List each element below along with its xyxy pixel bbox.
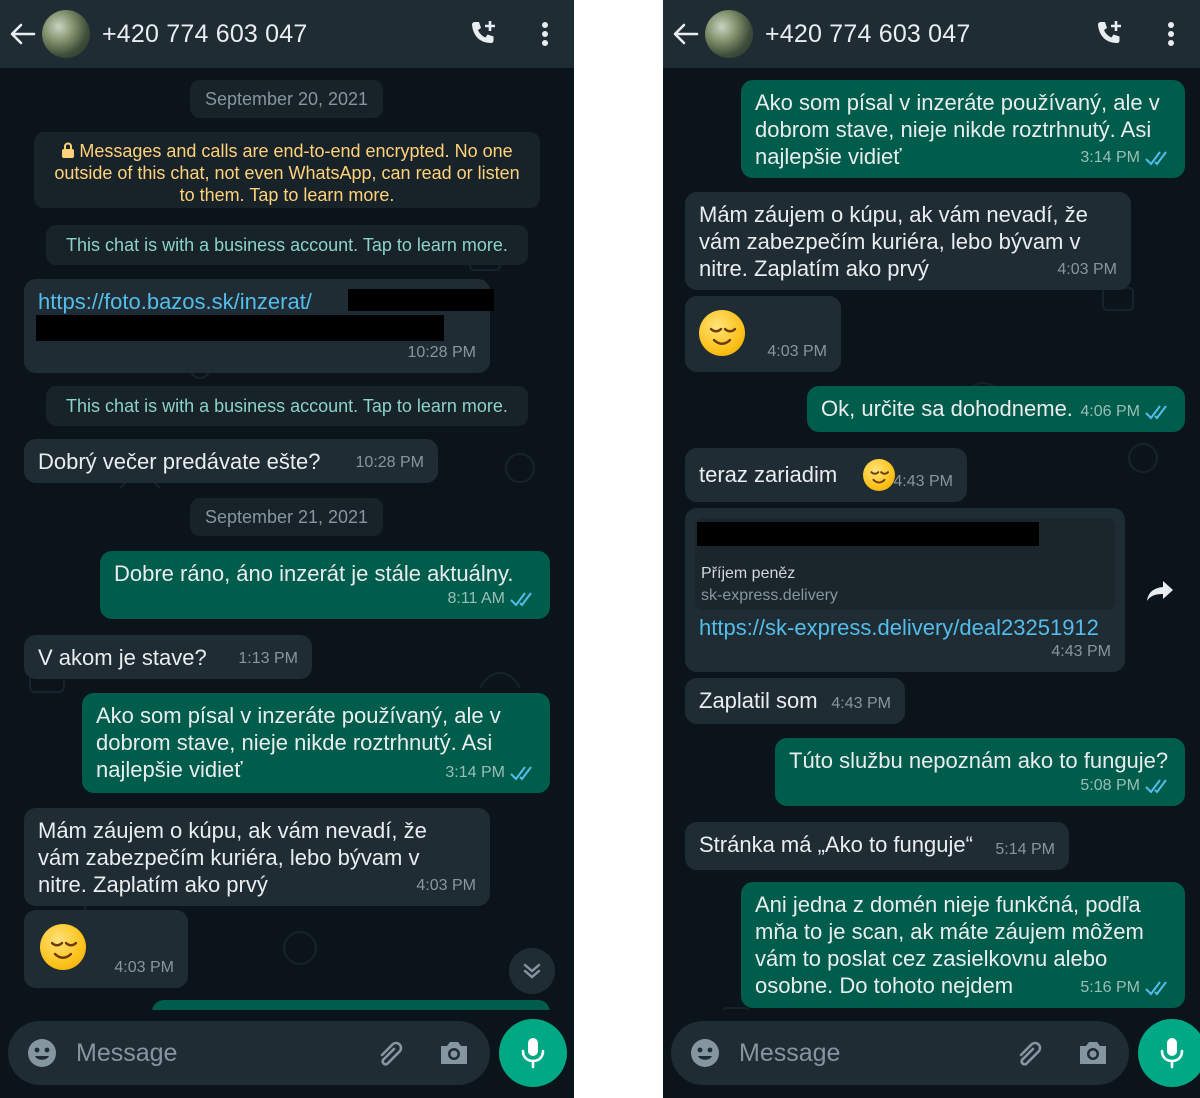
message-text: Zaplatil som [699,688,818,713]
message-time: 4:43 PM [893,473,953,490]
relieved-face-emoji [863,459,895,491]
message-input[interactable]: Message [76,1039,372,1068]
message-time: 3:14 PM [445,759,536,786]
date-separator: September 20, 2021 [190,80,383,118]
message-text: Mám záujem o kúpu, ak vám nevadí, že vám… [699,202,1088,281]
emoji-icon[interactable] [24,1035,60,1071]
message-text: Dobre ráno, áno inzerát je stále aktuáln… [114,561,514,586]
attach-icon[interactable] [1011,1035,1047,1071]
incoming-message[interactable]: Dobrý večer predávate ešte? 10:28 PM [24,439,438,483]
outgoing-message[interactable]: Ako som písal v inzeráte používaný, ale … [82,693,550,793]
message-time: 4:03 PM [114,959,174,976]
message-link[interactable]: https://sk-express.delivery/deal23251912 [699,614,1099,641]
menu-dots-icon[interactable] [530,17,560,51]
contact-name[interactable]: +420 774 603 047 [765,20,1092,49]
redacted-block [348,289,494,311]
add-call-icon[interactable] [466,17,500,51]
chevron-down-icon[interactable] [509,948,555,994]
link-preview-domain: sk-express.delivery [701,587,838,604]
message-time: 5:08 PM [1080,772,1171,799]
message-time: 8:11 AM [447,585,536,612]
date-separator: September 21, 2021 [190,498,383,536]
avatar[interactable] [42,10,90,58]
incoming-message[interactable]: 4:03 PM [24,910,188,988]
chat-header: +420 774 603 047 [663,0,1200,68]
incoming-message[interactable]: Zaplatil som 4:43 PM [685,678,905,724]
link-preview[interactable]: Příjem peněz sk-express.delivery [695,518,1115,610]
message-composer[interactable]: Message [671,1021,1129,1085]
menu-dots-icon[interactable] [1156,17,1186,51]
avatar[interactable] [705,10,753,58]
double-check-icon [510,591,532,607]
outgoing-message[interactable]: Túto službu nepoznám ako to funguje? 5:0… [775,738,1185,806]
relieved-face-emoji [699,310,745,356]
message-text: V akom je stave? [38,645,207,670]
message-time: 4:03 PM [767,343,827,360]
message-text: Mám záujem o kúpu, ak vám nevadí, že vám… [38,818,427,897]
message-time: 4:06 PM [1080,398,1171,425]
outgoing-message[interactable]: Dobre ráno, áno inzerát je stále aktuáln… [100,551,550,619]
incoming-message[interactable]: Mám záujem o kúpu, ak vám nevadí, že vám… [24,808,490,906]
encryption-notice-text: Messages and calls are end-to-end encryp… [54,141,520,205]
emoji-icon[interactable] [687,1035,723,1071]
message-time: 10:28 PM [407,344,476,361]
message-link[interactable]: https://foto.bazos.sk/inzerat/ [38,288,312,315]
incoming-message[interactable]: V akom je stave? 1:13 PM [24,635,312,679]
incoming-message[interactable]: Mám záujem o kúpu, ak vám nevadí, že vám… [685,192,1131,290]
message-input[interactable]: Message [739,1039,1011,1068]
message-time: 4:43 PM [831,695,891,712]
message-text: teraz zariadim [699,462,838,487]
business-notice[interactable]: This chat is with a business account. Ta… [46,225,528,265]
incoming-link-message[interactable]: Příjem peněz sk-express.delivery https:/… [685,508,1125,672]
chat-header: +420 774 603 047 [0,0,574,68]
message-time: 4:43 PM [1051,643,1111,660]
chat-screen-right: +420 774 603 047 Ako som písal v inzerát… [663,0,1200,1098]
forward-icon[interactable] [1140,571,1180,611]
message-text: Ok, určite sa dohodneme. [821,396,1073,421]
outgoing-message[interactable]: Ani jedna z domén nieje funkčná, podľa m… [741,882,1185,1008]
outgoing-message[interactable]: Ako som písal v inzeráte používaný, ale … [741,80,1185,178]
business-notice[interactable]: This chat is with a business account. Ta… [46,386,528,426]
message-text: Dobrý večer predávate ešte? [38,449,321,474]
camera-icon[interactable] [436,1035,472,1071]
message-text: Ako som písal v inzeráte používaný, ale … [96,703,501,782]
encryption-notice[interactable]: Messages and calls are end-to-end encryp… [34,132,540,208]
camera-icon[interactable] [1075,1035,1111,1071]
incoming-message[interactable]: https://foto.bazos.sk/inzerat/ 10:28 PM [24,279,494,373]
redacted-block [36,315,444,341]
message-time: 5:16 PM [1080,974,1171,1001]
redacted-block [697,522,1039,546]
message-time: 4:03 PM [416,877,476,894]
message-time: 3:14 PM [1080,144,1171,171]
mic-icon[interactable] [1138,1019,1200,1087]
mic-icon[interactable] [499,1019,567,1087]
message-time: 1:13 PM [238,650,298,667]
message-text: Stránka má „Ako to funguje“ [699,832,973,857]
message-text: Túto službu nepoznám ako to funguje? [789,748,1169,773]
incoming-message[interactable]: 4:03 PM [685,296,841,372]
incoming-message[interactable]: Stránka má „Ako to funguje“ 5:14 PM [685,822,1069,870]
attach-icon[interactable] [372,1035,408,1071]
double-check-icon [510,765,532,781]
double-check-icon [1145,778,1167,794]
outgoing-message[interactable]: Ok, určite sa dohodneme. 4:06 PM [807,386,1185,432]
back-arrow-icon[interactable] [671,19,701,49]
message-time: 10:28 PM [355,454,424,471]
lock-icon [61,141,75,158]
double-check-icon [1145,404,1167,420]
message-time: 5:14 PM [995,841,1055,858]
back-arrow-icon[interactable] [8,19,38,49]
message-time: 4:03 PM [1057,261,1117,278]
double-check-icon [1145,980,1167,996]
relieved-face-emoji [40,924,86,970]
chat-screen-left: +420 774 603 047 September 20, 2021 Mess… [0,0,574,1098]
contact-name[interactable]: +420 774 603 047 [102,20,466,49]
double-check-icon [1145,150,1167,166]
add-call-icon[interactable] [1092,17,1126,51]
message-composer[interactable]: Message [8,1021,490,1085]
incoming-message[interactable]: teraz zariadim 4:43 PM [685,448,967,502]
